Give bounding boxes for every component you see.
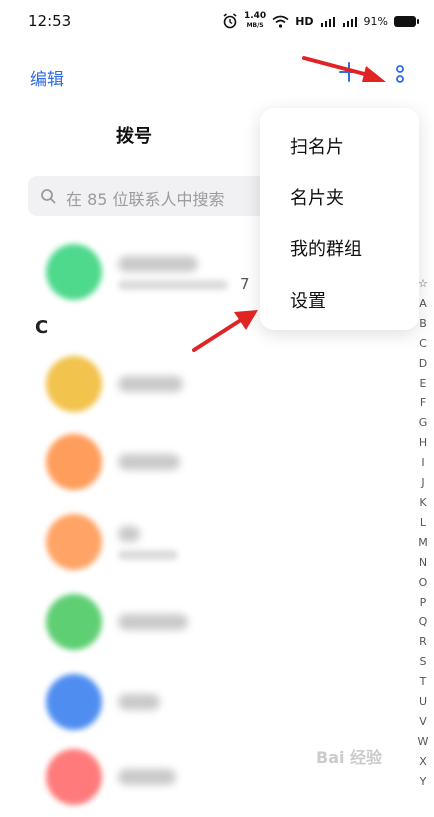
index-letter[interactable]: P — [416, 593, 430, 613]
index-letter[interactable]: I — [416, 453, 430, 473]
avatar — [46, 356, 102, 412]
list-item[interactable] — [0, 344, 410, 424]
index-letter[interactable]: R — [416, 632, 430, 652]
hd-icon: HD — [295, 14, 314, 28]
index-letter[interactable]: C — [416, 334, 430, 354]
sim2-signal-icon — [342, 17, 357, 27]
page-title: 拨号 — [116, 126, 152, 147]
index-letter[interactable]: W — [416, 732, 430, 752]
index-letter[interactable]: U — [416, 692, 430, 712]
battery-percent: 91% — [363, 14, 388, 28]
contact-name-blurred — [118, 376, 183, 392]
sim1-signal-icon — [320, 17, 335, 27]
avatar — [46, 674, 102, 730]
list-item[interactable] — [0, 422, 410, 502]
index-letter[interactable]: D — [416, 354, 430, 374]
annotation-arrow-top — [302, 56, 386, 82]
index-letter[interactable]: Q — [416, 612, 430, 632]
index-letter[interactable]: M — [416, 533, 430, 553]
index-letter[interactable]: Y — [416, 772, 430, 792]
index-letter[interactable]: O — [416, 573, 430, 593]
contact-name-blurred — [118, 256, 198, 272]
index-letter[interactable]: V — [416, 712, 430, 732]
index-letter[interactable]: L — [416, 513, 430, 533]
avatar — [46, 434, 102, 490]
avatar — [46, 244, 102, 300]
index-letter[interactable]: G — [416, 413, 430, 433]
search-input[interactable]: 在 85 位联系人中搜索 — [28, 176, 273, 216]
index-letter[interactable]: X — [416, 752, 430, 772]
avatar — [46, 749, 102, 805]
contact-name-blurred — [118, 454, 180, 470]
watermark: Bai 经验 — [316, 748, 383, 767]
contact-detail-blurred — [118, 280, 228, 290]
speed-value: 1.40 — [243, 11, 267, 21]
edit-button[interactable]: 编辑 — [30, 65, 64, 90]
menu-item-card-holder[interactable]: 名片夹 — [290, 184, 344, 210]
index-letter[interactable]: N — [416, 553, 430, 573]
search-icon — [41, 189, 56, 204]
section-letter: C — [35, 317, 49, 338]
wifi-icon — [272, 15, 289, 28]
alphabet-index[interactable]: ☆ A B C D E F G H I J K L M N O P Q R S T U V W X Y — [416, 274, 430, 792]
index-letter[interactable]: E — [416, 374, 430, 394]
contact-name-blurred — [118, 614, 188, 630]
list-item[interactable] — [0, 662, 410, 742]
avatar — [46, 594, 102, 650]
index-letter[interactable]: F — [416, 393, 430, 413]
contact-name-blurred — [118, 694, 160, 710]
battery-icon — [394, 15, 419, 27]
index-letter[interactable]: J — [416, 473, 430, 493]
index-letter[interactable]: K — [416, 493, 430, 513]
index-letter[interactable]: H — [416, 433, 430, 453]
menu-item-scan-card[interactable]: 扫名片 — [290, 133, 344, 159]
status-icons: 1.40 MB/S HD 91% — [222, 11, 419, 31]
contact-detail-blurred — [118, 550, 178, 560]
annotation-arrow-settings — [192, 310, 258, 352]
more-options-icon[interactable] — [392, 64, 408, 88]
network-speed: 1.40 MB/S — [244, 12, 266, 30]
status-bar: 12:53 1.40 MB/S HD 91% — [0, 0, 434, 42]
status-time: 12:53 — [28, 12, 72, 30]
index-letter[interactable]: S — [416, 652, 430, 672]
overflow-menu: 扫名片 名片夹 我的群组 设置 — [260, 108, 419, 330]
search-placeholder: 在 85 位联系人中搜索 — [66, 190, 225, 209]
alarm-icon — [223, 13, 237, 29]
menu-item-settings[interactable]: 设置 — [290, 287, 326, 313]
speed-unit: MB/S — [246, 22, 264, 29]
contact-name-blurred — [118, 526, 140, 542]
list-item[interactable] — [0, 582, 410, 662]
contact-name-blurred — [118, 769, 176, 785]
avatar — [46, 514, 102, 570]
menu-item-my-groups[interactable]: 我的群组 — [290, 235, 362, 261]
list-item[interactable] — [0, 502, 410, 582]
index-letter[interactable]: T — [416, 672, 430, 692]
contact-detail-digit: 7 — [240, 275, 250, 293]
